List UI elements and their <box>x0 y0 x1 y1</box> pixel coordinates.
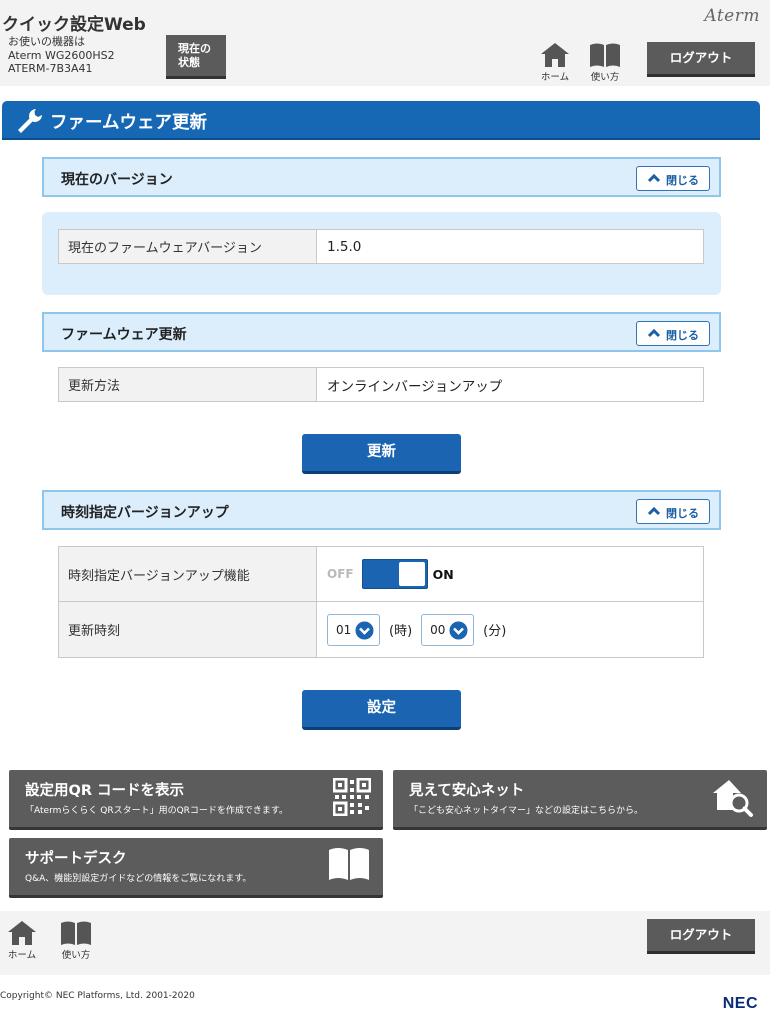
row-label: 現在のファームウェアバージョン <box>59 230 317 263</box>
current-status-button[interactable]: 現在の 状態 <box>166 35 226 79</box>
set-button[interactable]: 設定 <box>302 690 461 730</box>
update-method-value: オンラインバージョンアップ <box>327 378 503 395</box>
home-label: ホーム <box>7 950 37 961</box>
minute-select[interactable]: 00 <box>421 613 475 646</box>
home-icon <box>541 43 569 67</box>
hour-select[interactable]: 01 <box>327 613 380 646</box>
device-label: お使いの機器は <box>8 35 85 48</box>
footer-logout-button[interactable]: ログアウト <box>647 919 755 954</box>
book-icon <box>329 848 369 880</box>
home-label: ホーム <box>540 72 570 83</box>
close-section-button[interactable]: 閉じる <box>636 321 710 346</box>
section-title: ファームウェア更新 <box>61 327 187 343</box>
book-icon <box>590 43 620 67</box>
footer-help-button[interactable]: 使い方 <box>56 920 96 964</box>
update-time-row: 更新時刻 01 (時) 00 (分) <box>58 601 704 658</box>
wrench-icon <box>18 109 42 133</box>
close-section-button[interactable]: 閉じる <box>636 499 710 524</box>
card-description: 「こども安心ネットタイマー」などの設定はこちらから。 <box>409 806 644 816</box>
section-title: 現在のバージョン <box>61 172 173 188</box>
qr-code-icon <box>333 778 371 816</box>
app-title: クイック設定Web <box>2 15 146 35</box>
toggle-on-label: ON <box>432 566 454 582</box>
section-scheduled-update-header: 時刻指定バージョンアップ 閉じる <box>42 490 721 530</box>
close-section-button[interactable]: 閉じる <box>636 166 710 191</box>
nec-logo: NEC <box>722 995 758 1012</box>
card-title: 見えて安心ネット <box>409 783 525 799</box>
chevron-up-icon <box>647 328 661 338</box>
row-label: 更新方法 <box>59 368 317 401</box>
chevron-down-icon <box>449 621 468 639</box>
house-search-icon <box>713 780 753 817</box>
toggle-knob <box>398 562 425 586</box>
footer-home-button[interactable]: ホーム <box>2 920 42 964</box>
logout-button[interactable]: ログアウト <box>647 42 755 77</box>
hour-unit: (時) <box>389 624 413 639</box>
section-title: 時刻指定バージョンアップ <box>61 505 229 521</box>
section-firmware-update-header: ファームウェア更新 閉じる <box>42 312 721 352</box>
help-nav-button[interactable]: 使い方 <box>585 42 625 86</box>
toggle-off-label: OFF <box>327 567 354 581</box>
chevron-up-icon <box>647 506 661 516</box>
mieru-anshin-net-card[interactable]: 見えて安心ネット 「こども安心ネットタイマー」などの設定はこちらから。 <box>393 770 767 830</box>
header: クイック設定Web お使いの機器は Aterm WG2600HS2 ATERM-… <box>0 0 770 86</box>
chevron-down-icon <box>355 621 374 639</box>
chevron-up-icon <box>647 173 661 183</box>
home-icon <box>8 921 36 945</box>
update-button[interactable]: 更新 <box>302 434 461 474</box>
firmware-version-value: 1.5.0 <box>327 238 362 255</box>
row-label: 時刻指定バージョンアップ機能 <box>59 547 317 601</box>
home-nav-button[interactable]: ホーム <box>535 42 575 86</box>
qr-code-card[interactable]: 設定用QR コードを表示 「Atermらくらく QRスタート」用のQRコードを作… <box>9 770 383 830</box>
book-icon <box>61 921 91 945</box>
device-info: お使いの機器は Aterm WG2600HS2 ATERM-7B3A41 <box>8 35 115 76</box>
page-title-bar: ファームウェア更新 <box>2 101 760 140</box>
copyright: Copyright© NEC Platforms, Ltd. 2001-2020 <box>0 991 195 1001</box>
page-title: ファームウェア更新 <box>50 113 207 133</box>
time-cell: 01 (時) 00 (分) <box>317 602 703 657</box>
section-current-version-header: 現在のバージョン 閉じる <box>42 157 721 197</box>
aterm-logo: Aterm <box>704 6 760 26</box>
update-method-row: 更新方法 オンラインバージョンアップ <box>58 367 704 402</box>
scheduled-function-row: 時刻指定バージョンアップ機能 OFF ON <box>58 546 704 602</box>
current-firmware-row: 現在のファームウェアバージョン 1.5.0 <box>58 229 704 264</box>
card-title: 設定用QR コードを表示 <box>25 783 185 799</box>
device-id: ATERM-7B3A41 <box>8 62 93 75</box>
help-label: 使い方 <box>61 950 91 961</box>
card-title: サポートデスク <box>25 851 127 867</box>
device-model: Aterm WG2600HS2 <box>8 48 115 62</box>
support-desk-card[interactable]: サポートデスク Q&A、機能別設定ガイドなどの情報をご覧になれます。 <box>9 838 383 898</box>
toggle-cell: OFF ON <box>317 547 703 601</box>
help-label: 使い方 <box>590 72 620 83</box>
footer-nav: ホーム 使い方 ログアウト <box>0 911 770 975</box>
card-description: Q&A、機能別設定ガイドなどの情報をご覧になれます。 <box>25 874 252 884</box>
scheduled-update-toggle[interactable] <box>361 559 428 589</box>
minute-unit: (分) <box>483 624 507 639</box>
card-description: 「Atermらくらく QRスタート」用のQRコードを作成できます。 <box>25 806 289 816</box>
row-label: 更新時刻 <box>59 602 317 657</box>
